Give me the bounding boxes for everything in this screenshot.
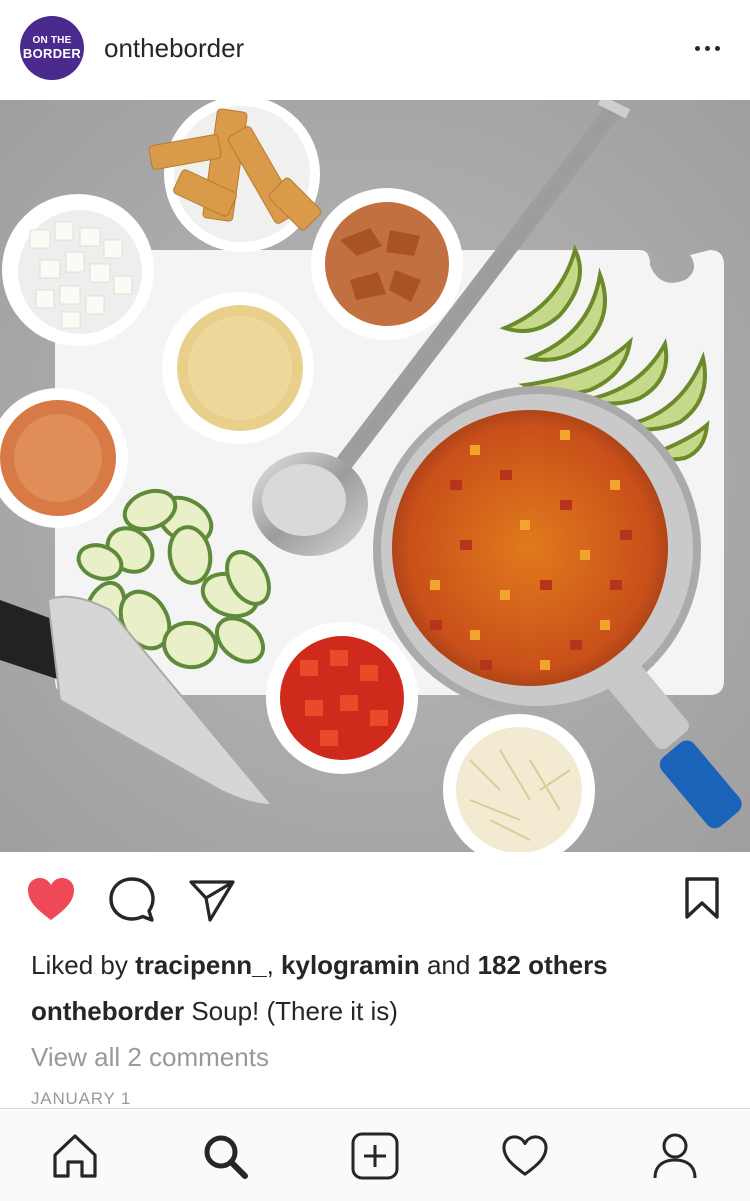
profile-icon[interactable]: [650, 1131, 700, 1181]
post-date: JANUARY 1: [31, 1089, 132, 1108]
caption-username-link[interactable]: ontheborder: [31, 996, 184, 1026]
new-post-icon[interactable]: [350, 1131, 400, 1181]
soup-ingredients-image: [0, 100, 750, 852]
view-comments-link[interactable]: View all 2 comments: [31, 1042, 269, 1073]
save-bookmark-icon[interactable]: [684, 876, 720, 925]
dot: [704, 45, 710, 51]
dot: [694, 45, 700, 51]
liked-user-link[interactable]: tracipenn_: [135, 950, 267, 980]
liked-by-prefix: Liked by: [31, 950, 136, 980]
liked-by-line: Liked by tracipenn_, kylogramin and 182 …: [31, 950, 608, 981]
like-heart-icon[interactable]: [26, 876, 76, 927]
share-paper-plane-icon[interactable]: [188, 878, 236, 927]
liked-separator: ,: [266, 950, 282, 980]
avatar-logo-text-bottom: BORDER: [22, 46, 82, 61]
avatar-logo-text-top: ON THE: [32, 35, 72, 46]
post-caption: ontheborder Soup! (There it is): [31, 996, 398, 1027]
activity-heart-icon[interactable]: [500, 1131, 550, 1181]
home-icon[interactable]: [50, 1131, 100, 1181]
liked-others-link[interactable]: 182 others: [478, 950, 608, 980]
bottom-navigation: [0, 1108, 750, 1201]
liked-and: and: [419, 950, 478, 980]
dot: [714, 45, 720, 51]
liked-user-link[interactable]: kylogramin: [281, 950, 420, 980]
caption-text: Soup! (There it is): [184, 996, 398, 1026]
avatar[interactable]: ON THE BORDER: [20, 16, 84, 80]
search-icon[interactable]: [200, 1131, 250, 1181]
post-image[interactable]: [0, 100, 750, 852]
post-username[interactable]: ontheborder: [104, 33, 244, 64]
comment-icon[interactable]: [108, 876, 156, 929]
more-options-icon[interactable]: [692, 38, 722, 58]
post-header: ON THE BORDER ontheborder: [0, 0, 750, 100]
